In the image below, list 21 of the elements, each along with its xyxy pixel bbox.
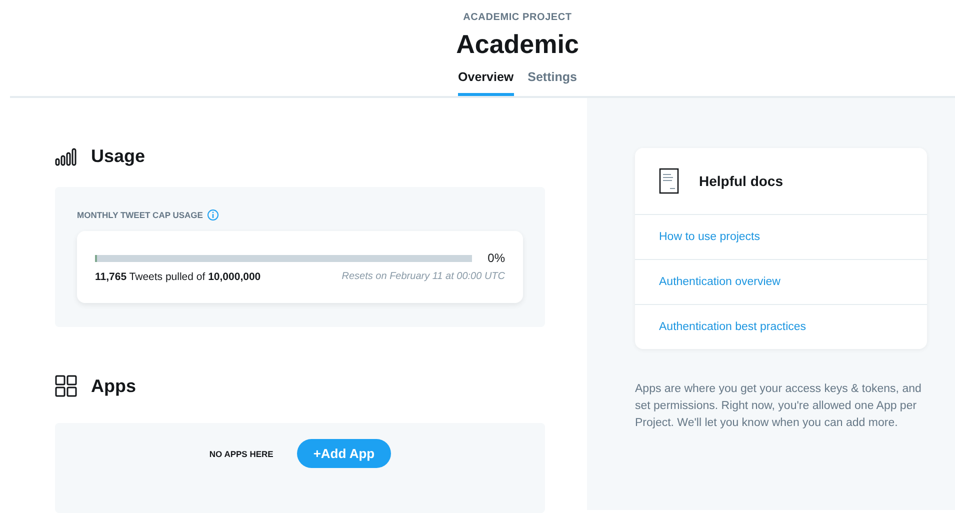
doc-link[interactable]: Authentication best practices — [635, 305, 927, 349]
info-icon[interactable] — [206, 209, 219, 221]
usage-stats: 11,765 Tweets pulled of 10,000,000 — [95, 271, 261, 283]
empty-message: NO APPS HERE — [209, 449, 274, 459]
section-title: Apps — [91, 376, 136, 396]
doc-link[interactable]: How to use projects — [635, 215, 927, 260]
section-title: Usage — [91, 146, 146, 167]
usage-percent: 0% — [488, 251, 505, 265]
project-label: ACADEMIC PROJECT — [463, 12, 572, 23]
add-app-button[interactable]: +Add App — [297, 439, 391, 468]
doc-link[interactable]: Authentication overview — [635, 260, 927, 305]
docs-title: Helpful docs — [699, 173, 784, 189]
tab[interactable]: Overview — [458, 68, 514, 96]
meter-label: MONTHLY TWEET CAP USAGE — [77, 210, 203, 220]
tab[interactable]: Settings — [528, 68, 577, 96]
document-icon — [659, 168, 679, 194]
project-title: Academic — [456, 29, 579, 60]
grid-icon — [55, 375, 77, 397]
reset-date: Resets on February 11 at 00:00 UTC — [342, 271, 505, 283]
bar-chart-icon — [55, 148, 77, 166]
apps-note: Apps are where you get your access keys & tokens, and set permissions. Right now, you're allowed one App per Project. We'll let you know when you can add more. — [635, 382, 922, 431]
